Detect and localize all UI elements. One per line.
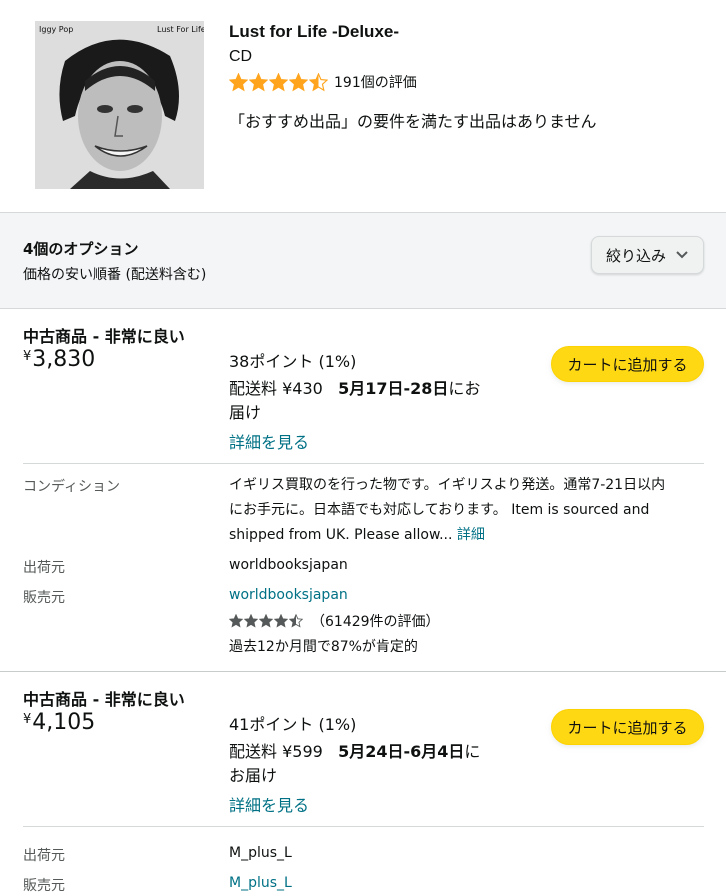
- delivery-suffix: にお: [448, 379, 481, 398]
- ships-from-label: 出荷元: [23, 848, 65, 864]
- seller-positive-rate: 過去12か月間で87%が肯定的: [229, 639, 418, 655]
- sold-by-label: 販売元: [23, 590, 65, 606]
- album-cover-image[interactable]: Iggy Pop Lust For Life: [35, 21, 204, 189]
- seller-link[interactable]: M_plus_L: [229, 875, 292, 891]
- condition-text-line: にお手元に。日本語でも対応しております。 Item is sourced and: [229, 502, 650, 518]
- star-icon: [274, 614, 288, 628]
- offer-filter-bar: 4個のオプション 価格の安い順番 (配送料含む) 絞り込み: [0, 212, 726, 309]
- star-icon: [229, 614, 243, 628]
- condition-more-link[interactable]: 詳細: [457, 527, 485, 543]
- currency-symbol: ¥: [23, 349, 32, 364]
- star-icon: [309, 72, 328, 91]
- product-header: Iggy Pop Lust For Life Lust for Life -De…: [0, 0, 726, 212]
- condition-text-line: shipped from UK. Please allow...: [229, 527, 453, 543]
- delivery-dates: 5月17日-28日: [338, 379, 449, 398]
- chevron-down-icon: [676, 251, 688, 259]
- seller-rating[interactable]: （61429件の評価）: [229, 611, 440, 631]
- star-icon: [249, 72, 268, 91]
- filter-button-label: 絞り込み: [606, 246, 667, 265]
- star-icon: [229, 72, 248, 91]
- offer-points: 38ポイント (1%): [229, 352, 357, 371]
- price-value: 3,830: [32, 347, 96, 372]
- divider: [23, 463, 704, 464]
- offer-condition: 中古商品 - 非常に良い: [23, 327, 185, 346]
- sold-by-label: 販売元: [23, 878, 65, 894]
- star-icon: [269, 72, 288, 91]
- ships-from-label: 出荷元: [23, 560, 65, 576]
- offer-shipping: 配送料 ¥430 5月17日-28日にお届け: [229, 377, 514, 425]
- delivery-suffix-2: 届け: [229, 403, 262, 422]
- delivery-suffix: に: [464, 742, 481, 761]
- product-format: CD: [229, 48, 253, 65]
- rating-count: 191個の評価: [334, 75, 417, 91]
- add-to-cart-button[interactable]: カートに追加する: [551, 709, 704, 745]
- divider: [23, 826, 704, 827]
- details-link[interactable]: 詳細を見る: [229, 792, 309, 816]
- offer-price: ¥3,830: [23, 347, 95, 372]
- seller-rating-count: （61429件の評価）: [311, 614, 440, 630]
- seller-link[interactable]: worldbooksjapan: [229, 587, 348, 603]
- offer-condition: 中古商品 - 非常に良い: [23, 690, 185, 709]
- details-link[interactable]: 詳細を見る: [229, 429, 309, 453]
- shipping-fee: 配送料 ¥599: [229, 742, 323, 761]
- delivery-suffix-2: お届け: [229, 766, 278, 785]
- ships-from-value: M_plus_L: [229, 845, 292, 861]
- star-icon: [259, 614, 273, 628]
- seller-star-rating: [229, 614, 303, 628]
- product-rating[interactable]: 191個の評価: [229, 72, 417, 92]
- price-value: 4,105: [32, 710, 96, 735]
- option-count: 4個のオプション: [23, 240, 139, 258]
- offer-price: ¥4,105: [23, 710, 95, 735]
- offer-shipping: 配送料 ¥599 5月24日-6月4日にお届け: [229, 740, 509, 788]
- star-rating: [229, 72, 328, 92]
- sort-order-label: 価格の安い順番 (配送料含む): [23, 267, 207, 283]
- star-icon: [289, 72, 308, 91]
- condition-text-line: イギリス買取のを行った物です。イギリスより発送。通常7-21日以内: [229, 477, 666, 493]
- currency-symbol: ¥: [23, 712, 32, 727]
- delivery-dates: 5月24日-6月4日: [338, 742, 465, 761]
- filter-button[interactable]: 絞り込み: [591, 236, 704, 274]
- star-icon: [289, 614, 303, 628]
- condition-label: コンディション: [23, 479, 121, 495]
- offer-card: 中古商品 - 非常に良い ¥3,830 38ポイント (1%) 配送料 ¥430…: [0, 309, 726, 671]
- ships-from-value: worldbooksjapan: [229, 557, 348, 573]
- condition-description: イギリス買取のを行った物です。イギリスより発送。通常7-21日以内 にお手元に。…: [229, 473, 701, 548]
- star-icon: [244, 614, 258, 628]
- shipping-fee: 配送料 ¥430: [229, 379, 323, 398]
- product-title[interactable]: Lust for Life -Deluxe-: [229, 22, 399, 42]
- cover-title-text: Lust For Life: [157, 25, 204, 34]
- offer-card: 中古商品 - 非常に良い ¥4,105 41ポイント (1%) 配送料 ¥599…: [0, 672, 726, 896]
- cover-artist-text: Iggy Pop: [39, 25, 73, 34]
- add-to-cart-button[interactable]: カートに追加する: [551, 346, 704, 382]
- no-recommended-notice: 「おすすめ出品」の要件を満たす出品はありません: [229, 112, 597, 131]
- offer-points: 41ポイント (1%): [229, 715, 357, 734]
